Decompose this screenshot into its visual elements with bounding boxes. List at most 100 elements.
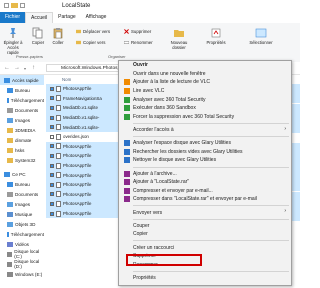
copy-to-label: Copier vers xyxy=(83,39,106,45)
checkbox[interactable] xyxy=(50,211,54,216)
properties-quick-icon[interactable] xyxy=(4,3,9,8)
menu-item[interactable]: Rechercher les dossiers vides avec Glary… xyxy=(119,148,291,157)
checkbox[interactable] xyxy=(50,201,54,206)
select-button[interactable]: Sélectionner xyxy=(246,27,276,45)
nav-item[interactable]: dinmate xyxy=(0,135,44,145)
undo-quick-icon[interactable] xyxy=(20,3,25,8)
menu-item[interactable]: Analyser avec 360 Total Security xyxy=(119,95,291,104)
checkbox[interactable] xyxy=(50,134,54,139)
checkbox[interactable] xyxy=(50,115,54,120)
nav-item[interactable]: Téléchargement xyxy=(0,95,44,105)
menu-separator xyxy=(133,240,289,242)
nav-item[interactable]: Bureau xyxy=(0,85,44,95)
menu-item[interactable]: Ouvrir dans une nouvelle fenêtre xyxy=(119,70,291,79)
move-to-button[interactable]: Déplacer vers xyxy=(76,28,110,34)
file-row[interactable]: PhotosAppTile xyxy=(46,170,118,180)
checkbox[interactable] xyxy=(50,163,54,168)
nav-item[interactable]: Accès rapide xyxy=(0,75,44,85)
menu-item[interactable]: Envoyer vers › xyxy=(119,208,291,217)
pin-button[interactable]: Épingler à Accès rapide xyxy=(2,27,24,55)
drive-icon xyxy=(7,261,13,267)
nav-item[interactable]: Images xyxy=(0,115,44,125)
nav-item[interactable]: Documents xyxy=(0,105,44,115)
menu-item[interactable]: Couper xyxy=(119,221,291,230)
menu-item[interactable]: Ouvrir xyxy=(119,61,291,70)
checkbox[interactable] xyxy=(50,86,54,91)
nav-item[interactable]: Vidéos xyxy=(0,239,44,249)
nav-item[interactable]: Disque local (C:) xyxy=(0,249,44,259)
nav-item[interactable]: Windows (E:) xyxy=(0,269,44,279)
properties-button[interactable]: Propriétés xyxy=(205,27,227,45)
menu-item[interactable]: Forcer la suppression avec 360 Total Sec… xyxy=(119,113,291,122)
file-icon xyxy=(56,114,61,121)
menu-item[interactable]: Compresser dans "LocalState.rar" et envo… xyxy=(119,195,291,204)
checkbox[interactable] xyxy=(50,153,54,158)
file-row[interactable]: PhotosAppTile xyxy=(46,208,118,219)
checkbox[interactable] xyxy=(50,105,54,110)
documents-icon xyxy=(7,107,13,113)
file-row[interactable]: MediaDb.v1.sqlite- xyxy=(46,122,118,132)
file-row[interactable]: overides.json xyxy=(46,132,118,142)
nav-item-label: Images xyxy=(15,201,31,207)
file-row[interactable]: PhotosAppTile xyxy=(46,189,118,200)
nav-item[interactable]: Bureau xyxy=(0,179,44,189)
copy-button[interactable]: Copier xyxy=(30,27,46,45)
menu-item[interactable]: Ajouter à "LocalState.rar" xyxy=(119,178,291,187)
file-row[interactable]: PhotosAppTile xyxy=(46,84,118,94)
file-row[interactable]: PhotosAppTile xyxy=(46,141,118,152)
tab-share[interactable]: Partage xyxy=(53,12,81,23)
menu-item[interactable]: Lire avec VLC xyxy=(119,87,291,96)
up-icon[interactable]: ↑ xyxy=(32,65,35,71)
menu-item[interactable]: Copier xyxy=(119,230,291,239)
file-row[interactable]: PhotosAppTile xyxy=(46,151,118,161)
checkbox[interactable] xyxy=(50,125,54,130)
tab-home[interactable]: Accueil xyxy=(25,11,54,24)
menu-item[interactable]: Créer un raccourci xyxy=(119,243,291,252)
recent-dropdown-icon[interactable]: ▾ xyxy=(24,66,26,71)
file-row[interactable]: PhotosAppTile xyxy=(46,160,118,171)
new-folder-button[interactable]: Nouveau dossier xyxy=(168,27,190,50)
menu-item[interactable]: Ajouter à la liste de lecture de VLC xyxy=(119,78,291,87)
paste-button[interactable]: Coller xyxy=(50,27,66,45)
videos-icon xyxy=(7,241,13,247)
file-row[interactable]: PhotosAppTile xyxy=(46,199,118,209)
file-row[interactable]: MediaDb.v1.sqlite- xyxy=(46,112,118,123)
menu-item[interactable]: Analyser l'espace disque avec Glary Util… xyxy=(119,139,291,148)
checkbox[interactable] xyxy=(50,96,54,101)
menu-item-label: Ajouter à l'archive... xyxy=(133,170,177,177)
menu-item[interactable]: Compresser et envoyer par e-mail... xyxy=(119,187,291,196)
back-icon[interactable]: ← xyxy=(4,65,10,71)
checkbox[interactable] xyxy=(50,173,54,178)
nav-item[interactable]: Disque local (D:) xyxy=(0,259,44,269)
nav-item[interactable]: Objets 3D xyxy=(0,219,44,229)
delete-button[interactable]: Supprimer xyxy=(124,28,153,34)
tab-file[interactable]: Fichier xyxy=(0,12,26,23)
menu-item-label: Couper xyxy=(133,222,150,229)
checkbox[interactable] xyxy=(50,144,54,149)
nav-item[interactable]: Documents xyxy=(0,189,44,199)
checkbox[interactable] xyxy=(50,182,54,187)
menu-item[interactable]: Propriétés xyxy=(119,274,291,283)
rename-button[interactable]: Renommer xyxy=(124,39,153,45)
nav-item[interactable]: 3DMEDIA xyxy=(0,125,44,135)
nav-item[interactable]: Ce PC xyxy=(0,169,44,179)
menu-item[interactable]: Nettoyer le disque avec Glary Utilities xyxy=(119,156,291,165)
nav-item[interactable]: hsks xyxy=(0,145,44,155)
nav-item[interactable]: System32 xyxy=(0,155,44,165)
tab-view[interactable]: Affichage xyxy=(81,12,112,23)
forward-icon[interactable]: → xyxy=(14,65,20,71)
nav-item[interactable]: Musique xyxy=(0,209,44,219)
menu-item[interactable]: Exécuter dans 360 Sandbox xyxy=(119,104,291,113)
menu-item[interactable]: Accorder l'accès à › xyxy=(119,126,291,135)
menu-item-label: Analyser avec 360 Total Security xyxy=(133,96,206,103)
copy-to-button[interactable]: Copier vers xyxy=(76,39,110,45)
nav-item[interactable]: Images xyxy=(0,199,44,209)
file-row[interactable]: FrameNavigationSa xyxy=(46,93,118,104)
column-header-name[interactable]: Nom xyxy=(46,75,118,84)
checkbox[interactable] xyxy=(50,192,54,197)
file-row[interactable]: MediaDb.v1.sqlite xyxy=(46,103,118,113)
folder-quick-icon[interactable] xyxy=(11,3,18,8)
menu-item[interactable]: Ajouter à l'archive... xyxy=(119,169,291,178)
file-row[interactable]: PhotosAppTile xyxy=(46,179,118,190)
nav-item[interactable]: Téléchargement xyxy=(0,229,44,239)
